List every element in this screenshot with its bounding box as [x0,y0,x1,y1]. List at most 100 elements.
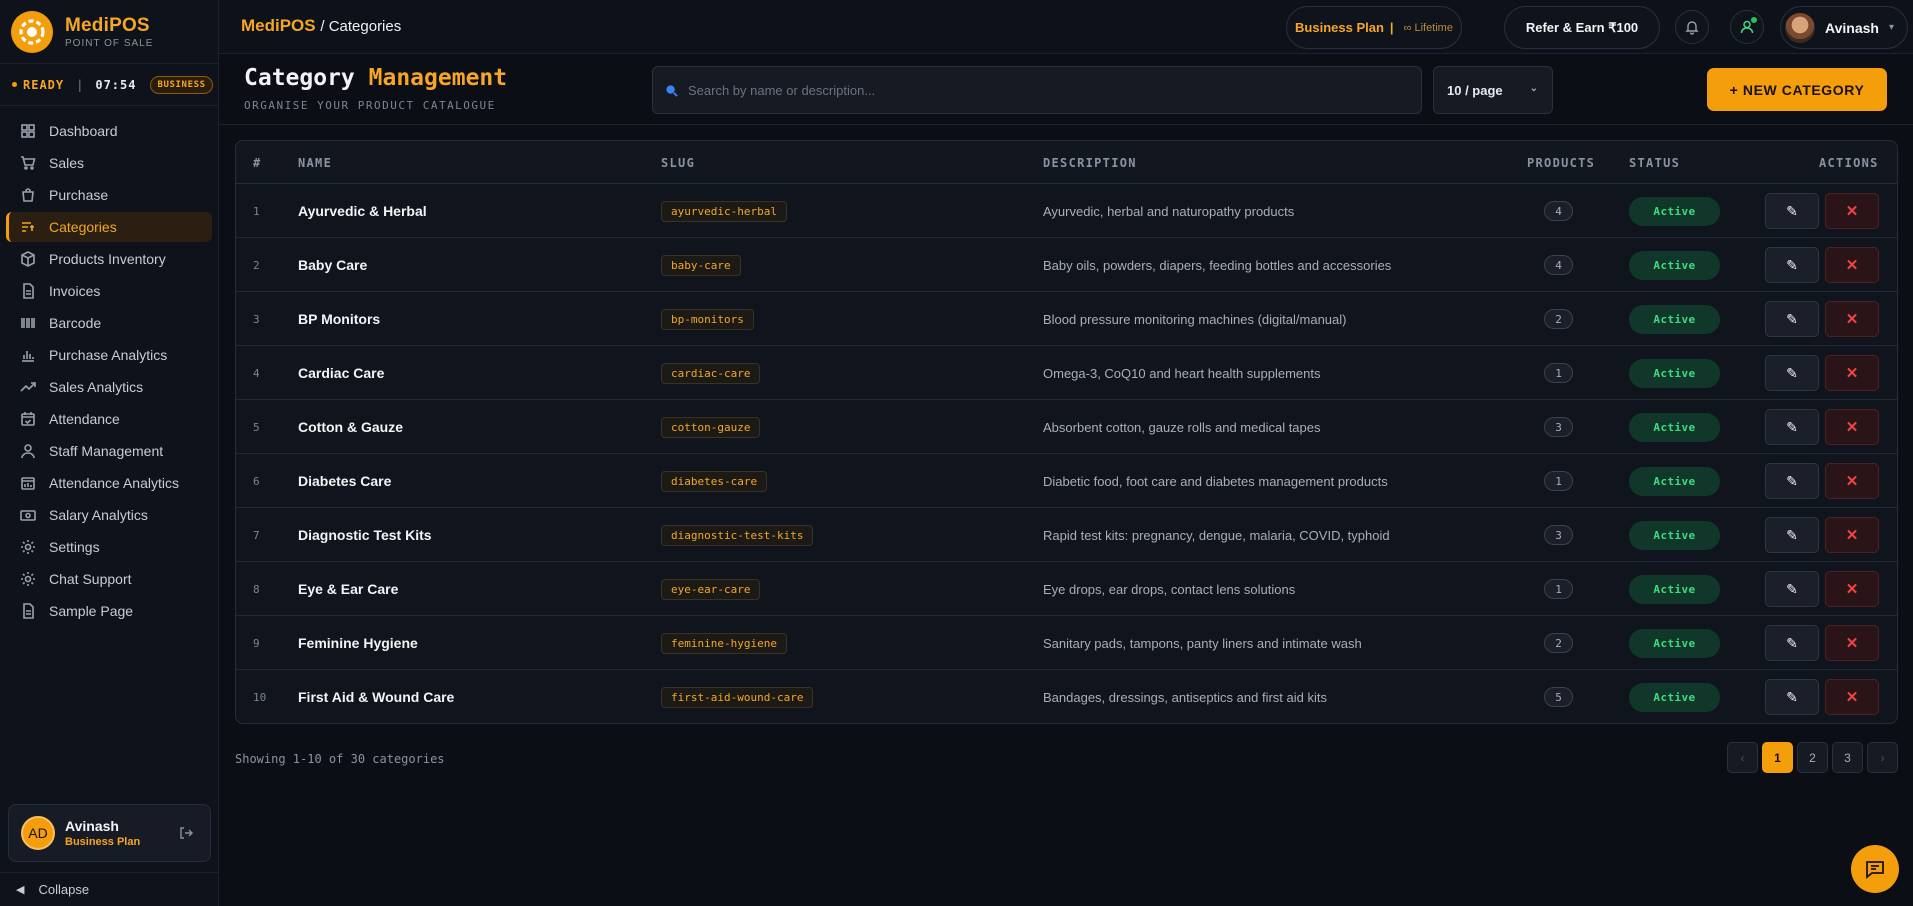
per-page-select[interactable]: 10 / page ⌄ [1433,66,1553,114]
delete-button[interactable]: ✕ [1825,355,1879,391]
new-category-button[interactable]: + NEW CATEGORY [1707,68,1887,111]
category-description: Blood pressure monitoring machines (digi… [1043,311,1347,327]
category-description: Ayurvedic, herbal and naturopathy produc… [1043,203,1295,219]
product-count: 4 [1544,201,1573,221]
page-button-2[interactable]: 2 [1797,742,1828,773]
edit-button[interactable]: ✎ [1765,193,1819,229]
edit-button[interactable]: ✎ [1765,301,1819,337]
status-badge: Active [1629,682,1720,712]
category-slug: diagnostic-test-kits [661,524,814,546]
sidebar-item-products-inventory[interactable]: Products Inventory [6,244,212,274]
sidebar-item-label: Purchase Analytics [49,347,168,363]
row-number: 7 [253,528,260,542]
sidebar-item-label: Barcode [49,315,102,331]
chat-button[interactable] [1851,845,1899,893]
sidebar-item-invoices[interactable]: Invoices [6,276,212,306]
edit-button[interactable]: ✎ [1765,409,1819,445]
search-input[interactable] [688,82,1388,98]
category-description: Rapid test kits: pregnancy, dengue, mala… [1043,527,1390,543]
brand[interactable]: MediPOS POINT OF SALE [0,0,218,64]
breadcrumb-app[interactable]: MediPOS [241,16,316,35]
sidebar-item-staff-management[interactable]: Staff Management [6,436,212,466]
online-dot-icon [1751,17,1757,23]
product-count: 4 [1544,255,1573,275]
edit-button[interactable]: ✎ [1765,517,1819,553]
user-status-button[interactable] [1730,10,1764,44]
close-icon: ✕ [1845,473,1859,490]
close-icon: ✕ [1845,527,1859,544]
sidebar-item-chat-support[interactable]: Chat Support [6,564,212,594]
collapse-label: Collapse [38,882,90,897]
search-icon [666,84,678,97]
edit-button[interactable]: ✎ [1765,355,1819,391]
category-name: Cotton & Gauze [298,419,403,435]
delete-button[interactable]: ✕ [1825,517,1879,553]
delete-button[interactable]: ✕ [1825,193,1879,229]
category-name: Ayurvedic & Herbal [298,203,427,219]
breadcrumb-page: / Categories [320,18,402,35]
product-count: 5 [1544,687,1573,707]
sidebar-item-dashboard[interactable]: Dashboard [6,116,212,146]
category-slug: diabetes-care [661,470,768,492]
user-card[interactable]: AD Avinash Business Plan [8,804,211,862]
prev-page-button[interactable]: ‹ [1727,742,1758,773]
table-row: 7 Diagnostic Test Kits diagnostic-test-kit… [236,508,1897,562]
file-icon [23,283,34,299]
edit-button[interactable]: ✎ [1765,679,1819,715]
page-title-word1: Category [244,65,355,91]
delete-button[interactable]: ✕ [1825,409,1879,445]
sidebar-item-categories[interactable]: Categories [6,212,212,242]
col-products[interactable]: PRODUCTS [1527,156,1595,170]
logout-icon[interactable] [178,825,194,846]
status-badge: Active [1629,412,1720,442]
delete-button[interactable]: ✕ [1825,571,1879,607]
delete-button[interactable]: ✕ [1825,679,1879,715]
sidebar-item-attendance[interactable]: Attendance [6,404,212,434]
search-box[interactable] [652,66,1422,114]
sidebar-item-sample-page[interactable]: Sample Page [6,596,212,626]
delete-button[interactable]: ✕ [1825,247,1879,283]
sidebar-item-purchase-analytics[interactable]: Purchase Analytics [6,340,212,370]
sidebar-item-salary-analytics[interactable]: Salary Analytics [6,500,212,530]
category-slug: bp-monitors [661,308,754,330]
next-page-button[interactable]: › [1867,742,1898,773]
sidebar-item-sales[interactable]: Sales [6,148,212,178]
plan-pill[interactable]: Business Plan | ∞ Lifetime [1286,6,1462,49]
sidebar-item-attendance-analytics[interactable]: Attendance Analytics [6,468,212,498]
col-status[interactable]: STATUS [1629,156,1680,170]
collapse-button[interactable]: ◀ Collapse [0,872,219,906]
delete-button[interactable]: ✕ [1825,463,1879,499]
sidebar-item-purchase[interactable]: Purchase [6,180,212,210]
page-button-3[interactable]: 3 [1832,742,1863,773]
sidebar-item-barcode[interactable]: Barcode [6,308,212,338]
status-badge: Active [1629,520,1720,550]
pencil-icon: ✎ [1786,256,1798,273]
bell-icon [1685,21,1699,35]
edit-button[interactable]: ✎ [1765,463,1819,499]
user-menu[interactable]: Avinash ▾ [1780,6,1908,49]
category-description: Omega-3, CoQ10 and heart health suppleme… [1043,365,1321,381]
status-badge: Active [1629,628,1720,658]
col-name[interactable]: NAME [298,156,332,170]
delete-button[interactable]: ✕ [1825,301,1879,337]
sidebar-item-sales-analytics[interactable]: Sales Analytics [6,372,212,402]
sidebar-item-settings[interactable]: Settings [6,532,212,562]
refer-earn-button[interactable]: Refer & Earn ₹100 [1504,6,1660,49]
status-badge: Active [1629,250,1720,280]
row-number: 9 [253,636,260,650]
barcode-icon [21,318,35,328]
edit-button[interactable]: ✎ [1765,571,1819,607]
row-number: 4 [253,366,260,380]
user-card-name: Avinash [65,818,119,834]
plan-separator: | [1389,20,1394,35]
delete-button[interactable]: ✕ [1825,625,1879,661]
col-slug: SLUG [661,156,696,170]
chevron-down-icon: ⌄ [1529,83,1538,94]
row-number: 3 [253,312,260,326]
page-button-1[interactable]: 1 [1762,742,1793,773]
logo-icon [11,10,53,53]
edit-button[interactable]: ✎ [1765,247,1819,283]
notifications-button[interactable] [1675,10,1709,44]
table-row: 1 Ayurvedic & Herbal ayurvedic-herbal Ayurv… [236,184,1897,238]
edit-button[interactable]: ✎ [1765,625,1819,661]
